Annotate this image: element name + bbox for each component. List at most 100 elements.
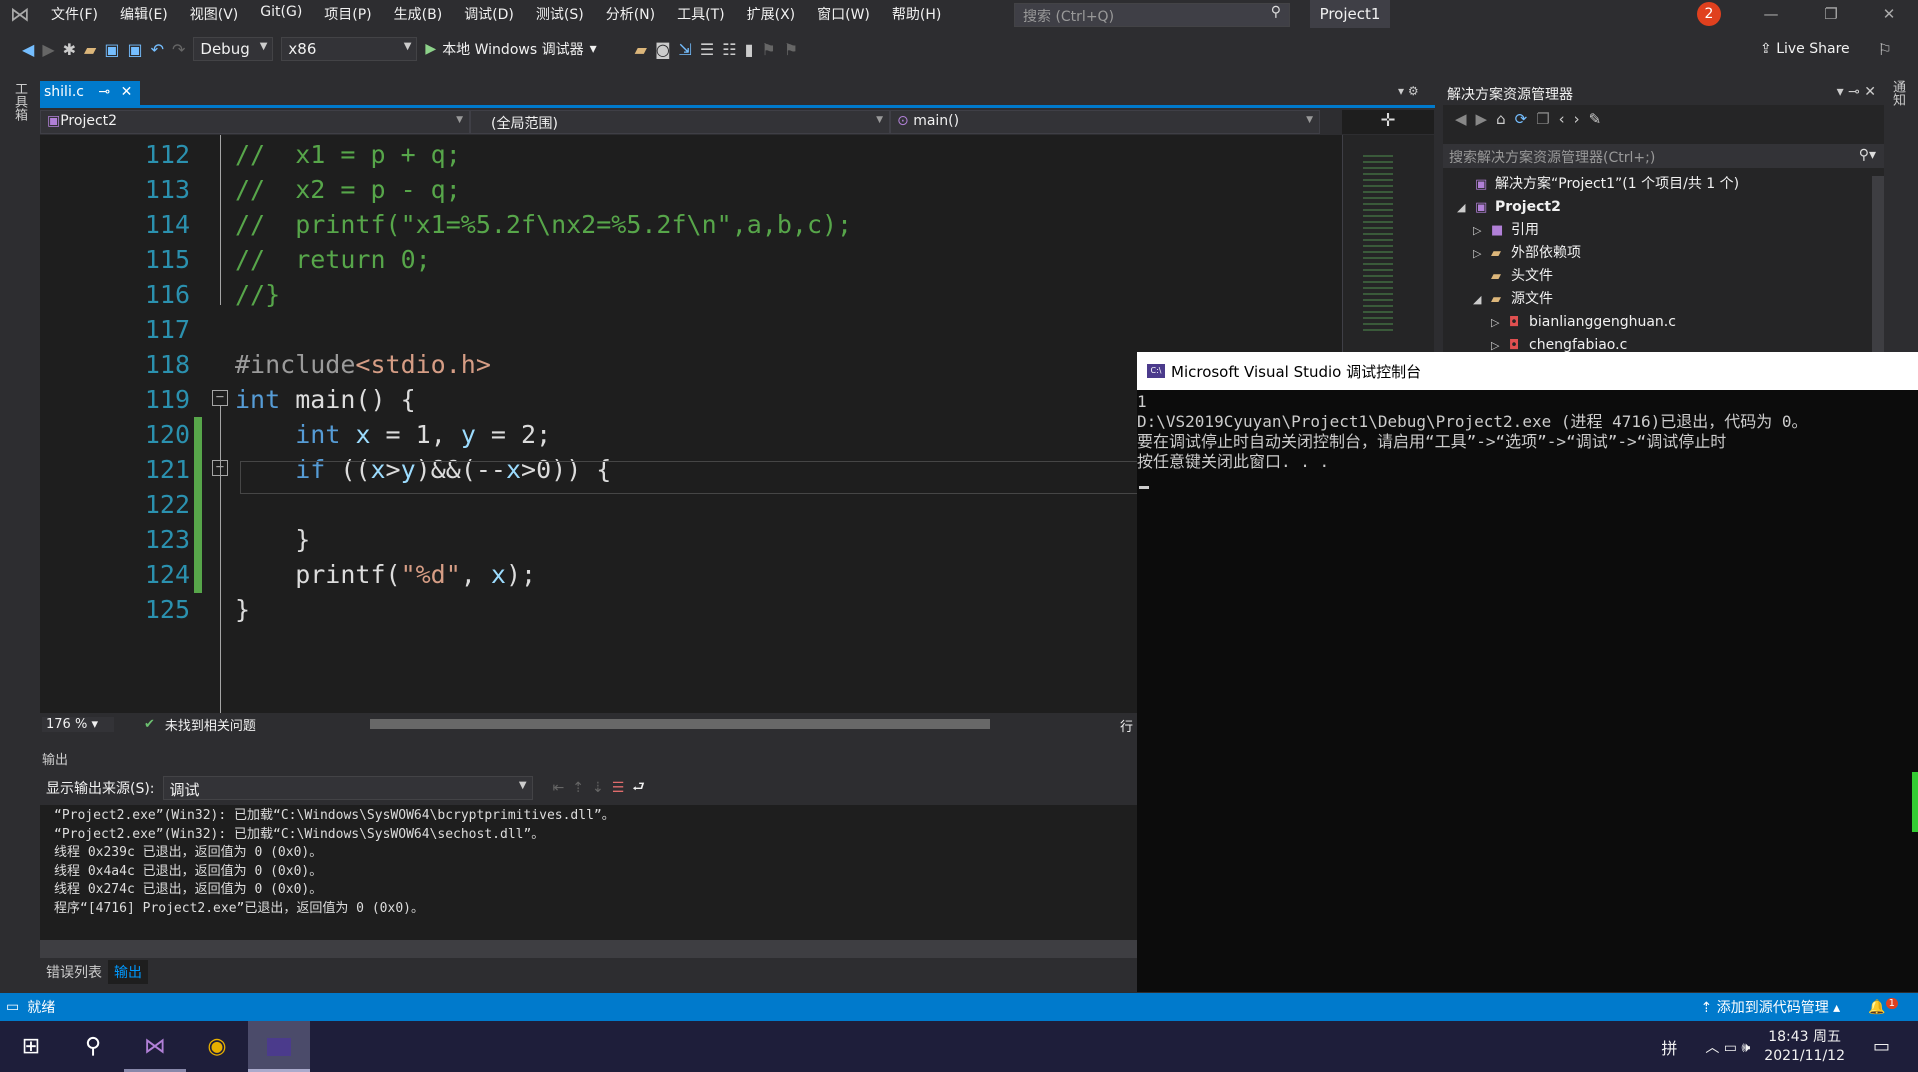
expand-arrow-icon[interactable]: ◢ bbox=[1457, 197, 1475, 219]
menu-item[interactable]: 工具(T) bbox=[666, 4, 735, 24]
ime-indicator[interactable]: 拼 bbox=[1661, 1035, 1677, 1059]
bookmark-icon[interactable]: ▮ bbox=[745, 40, 754, 59]
action-center-icon[interactable]: ▭ bbox=[1873, 1036, 1890, 1057]
menu-item[interactable]: 窗口(W) bbox=[806, 4, 881, 24]
visual-studio-taskbar-icon[interactable]: ⋈ bbox=[124, 1021, 186, 1072]
close-button[interactable]: ✕ bbox=[1866, 0, 1912, 28]
properties-icon[interactable]: ✎ bbox=[1589, 110, 1611, 128]
source-control-button[interactable]: ⇡ 添加到源代码管理 ▴ bbox=[1701, 997, 1841, 1017]
collapse-main-icon[interactable]: − bbox=[212, 390, 228, 406]
expand-arrow-icon[interactable]: ▷ bbox=[1473, 243, 1491, 265]
maximize-button[interactable]: ❐ bbox=[1808, 0, 1854, 28]
back-icon[interactable]: ◀ bbox=[22, 40, 34, 59]
word-wrap-icon[interactable]: ⮐ bbox=[632, 776, 645, 800]
menu-bar: ⋈ 文件(F) 编辑(E) 视图(V) Git(G) 项目(P) 生成(B) 调试(D) 测试… bbox=[0, 0, 1918, 28]
code-token: x bbox=[355, 420, 371, 449]
clock[interactable]: 18:43 周五 2021/11/12 bbox=[1764, 1028, 1845, 1066]
menu-item[interactable]: Git(G) bbox=[249, 4, 313, 24]
output-source-dropdown[interactable]: 调试 ▼ bbox=[162, 776, 533, 800]
folder-icon[interactable]: ▰ bbox=[635, 40, 647, 59]
search-icon[interactable]: ⚲ bbox=[62, 1021, 124, 1072]
sync-icon[interactable]: ⟳ bbox=[1515, 110, 1537, 128]
code-token: } bbox=[235, 595, 251, 624]
solution-explorer-toolbar: ◀▶⌂⟳❐‹›✎ bbox=[1443, 108, 1884, 134]
code-view-icon[interactable]: ‹› bbox=[1559, 110, 1589, 128]
tree-item[interactable]: ▷ ▰ 外部依赖项 bbox=[1473, 242, 1581, 264]
redo-icon[interactable]: ↷ bbox=[172, 40, 185, 59]
menu-item[interactable]: 文件(F) bbox=[40, 4, 109, 24]
next-message-icon[interactable]: ⇣ bbox=[592, 780, 604, 796]
menu-item[interactable]: 视图(V) bbox=[179, 4, 250, 24]
feedback-icon[interactable]: ⚐ bbox=[1878, 40, 1892, 59]
notifications-bell-icon[interactable]: 🔔 1 bbox=[1868, 998, 1898, 1016]
chrome-taskbar-icon[interactable]: ◉ bbox=[186, 1021, 248, 1072]
configuration-dropdown[interactable]: Debug ▼ bbox=[193, 37, 274, 61]
panel-controls-icon[interactable]: ▾ ⊸ ✕ bbox=[1837, 84, 1876, 100]
tree-item[interactable]: ▷ ■ 引用 bbox=[1473, 219, 1539, 241]
open-icon[interactable]: ▰ bbox=[84, 40, 96, 59]
save-icon[interactable]: ▣ bbox=[104, 40, 119, 59]
menu-item[interactable]: 项目(P) bbox=[313, 4, 382, 24]
menu-item[interactable]: 分析(N) bbox=[595, 4, 666, 24]
tree-item[interactable]: ◢ ▣ Project2 bbox=[1457, 196, 1561, 218]
clear-all-icon[interactable]: ☰ bbox=[612, 780, 625, 796]
new-project-icon[interactable]: ✱ bbox=[63, 40, 76, 59]
run-button[interactable]: ▶ 本地 Windows 调试器 ▾ bbox=[425, 39, 596, 59]
save-all-icon[interactable]: ▣ bbox=[127, 40, 142, 59]
live-share-button[interactable]: ⇪ Live Share bbox=[1760, 41, 1850, 57]
split-icon[interactable]: ✛ bbox=[1342, 110, 1434, 134]
windows-start-icon[interactable]: ⊞ bbox=[0, 1021, 62, 1072]
notifications-tab[interactable]: 通知 bbox=[1888, 80, 1907, 106]
platform-dropdown[interactable]: x86 ▼ bbox=[281, 37, 418, 61]
bookmark-prev-icon[interactable]: ⚑ bbox=[761, 40, 775, 59]
code-token: int bbox=[295, 420, 341, 449]
bookmark-next-icon[interactable]: ⚑ bbox=[784, 40, 798, 59]
tab-error-list[interactable]: 错误列表 bbox=[40, 960, 108, 984]
solution-explorer-scrollbar[interactable] bbox=[1872, 176, 1884, 353]
prev-message-icon[interactable]: ⇡ bbox=[572, 780, 584, 796]
uncomment-icon[interactable]: ☷ bbox=[722, 40, 736, 59]
tree-item[interactable]: ◢ ▰ 源文件 bbox=[1473, 288, 1553, 310]
find-message-icon[interactable]: ⇤ bbox=[553, 780, 565, 796]
tree-item[interactable]: ▣ 解决方案“Project1”(1 个项目/共 1 个) bbox=[1457, 173, 1739, 195]
close-tab-icon[interactable]: ✕ bbox=[121, 84, 133, 100]
menu-item[interactable]: 编辑(E) bbox=[109, 4, 179, 24]
forward-icon[interactable]: ▶ bbox=[42, 40, 54, 59]
menu-item[interactable]: 测试(S) bbox=[525, 4, 595, 24]
expand-arrow-icon[interactable]: ▷ bbox=[1473, 220, 1491, 242]
toolbox-tab[interactable]: 工具箱 bbox=[10, 82, 29, 121]
home-icon[interactable]: ⌂ bbox=[1496, 110, 1515, 128]
tab-output[interactable]: 输出 bbox=[108, 960, 148, 984]
menu-item[interactable]: 调试(D) bbox=[453, 4, 525, 24]
debug-console-window[interactable]: C:\ Microsoft Visual Studio 调试控制台 1 D:\VS2… bbox=[1137, 352, 1918, 992]
horizontal-scrollbar[interactable] bbox=[370, 719, 990, 729]
step-icon[interactable]: ⇲ bbox=[678, 40, 691, 59]
tab-shili-c[interactable]: shili.c ⊸ ✕ bbox=[40, 81, 140, 105]
menu-item[interactable]: 生成(B) bbox=[383, 4, 454, 24]
issues-status[interactable]: 未找到相关问题 bbox=[165, 715, 256, 734]
member-dropdown[interactable]: ⊙ main() ▼ bbox=[890, 110, 1320, 134]
undo-icon[interactable]: ↶ bbox=[151, 40, 164, 59]
comment-icon[interactable]: ☰ bbox=[700, 40, 714, 59]
pin-icon[interactable]: ⊸ bbox=[98, 84, 110, 100]
scope-dropdown[interactable]: (全局范围) ▼ bbox=[470, 110, 890, 134]
tray-icons[interactable]: ︿ ▭ 🕪 bbox=[1705, 1037, 1750, 1057]
expand-arrow-icon[interactable]: ▷ bbox=[1491, 312, 1509, 334]
menu-item[interactable]: 帮助(H) bbox=[881, 4, 952, 24]
collapse-all-icon[interactable]: ❐ bbox=[1536, 110, 1558, 128]
zoom-level-dropdown[interactable]: 176 % ▾ bbox=[42, 716, 114, 732]
tree-item[interactable]: ▷ ◘ bianlianggenghuan.c bbox=[1491, 311, 1676, 333]
tab-overflow-icon[interactable]: ▾ ⚙ bbox=[1398, 84, 1419, 98]
output-horizontal-scrollbar[interactable] bbox=[40, 940, 1137, 958]
tree-item[interactable]: ▰ 头文件 bbox=[1473, 265, 1553, 287]
solution-explorer-search[interactable]: 搜索解决方案资源管理器(Ctrl+;) ⚲▾ bbox=[1443, 144, 1884, 168]
search-box[interactable]: 搜索 (Ctrl+Q) ⚲ bbox=[1014, 3, 1290, 27]
minimize-button[interactable]: — bbox=[1748, 0, 1794, 28]
screenshot-icon[interactable]: ◙ bbox=[655, 40, 671, 59]
expand-arrow-icon[interactable]: ◢ bbox=[1473, 289, 1491, 311]
project-dropdown[interactable]: ▣Project2 ▼ bbox=[40, 110, 470, 134]
console-taskbar-icon[interactable] bbox=[248, 1021, 310, 1072]
back-icon[interactable]: ◀▶ bbox=[1455, 110, 1496, 128]
menu-item[interactable]: 扩展(X) bbox=[736, 4, 807, 24]
notification-badge[interactable]: 2 bbox=[1697, 2, 1721, 26]
